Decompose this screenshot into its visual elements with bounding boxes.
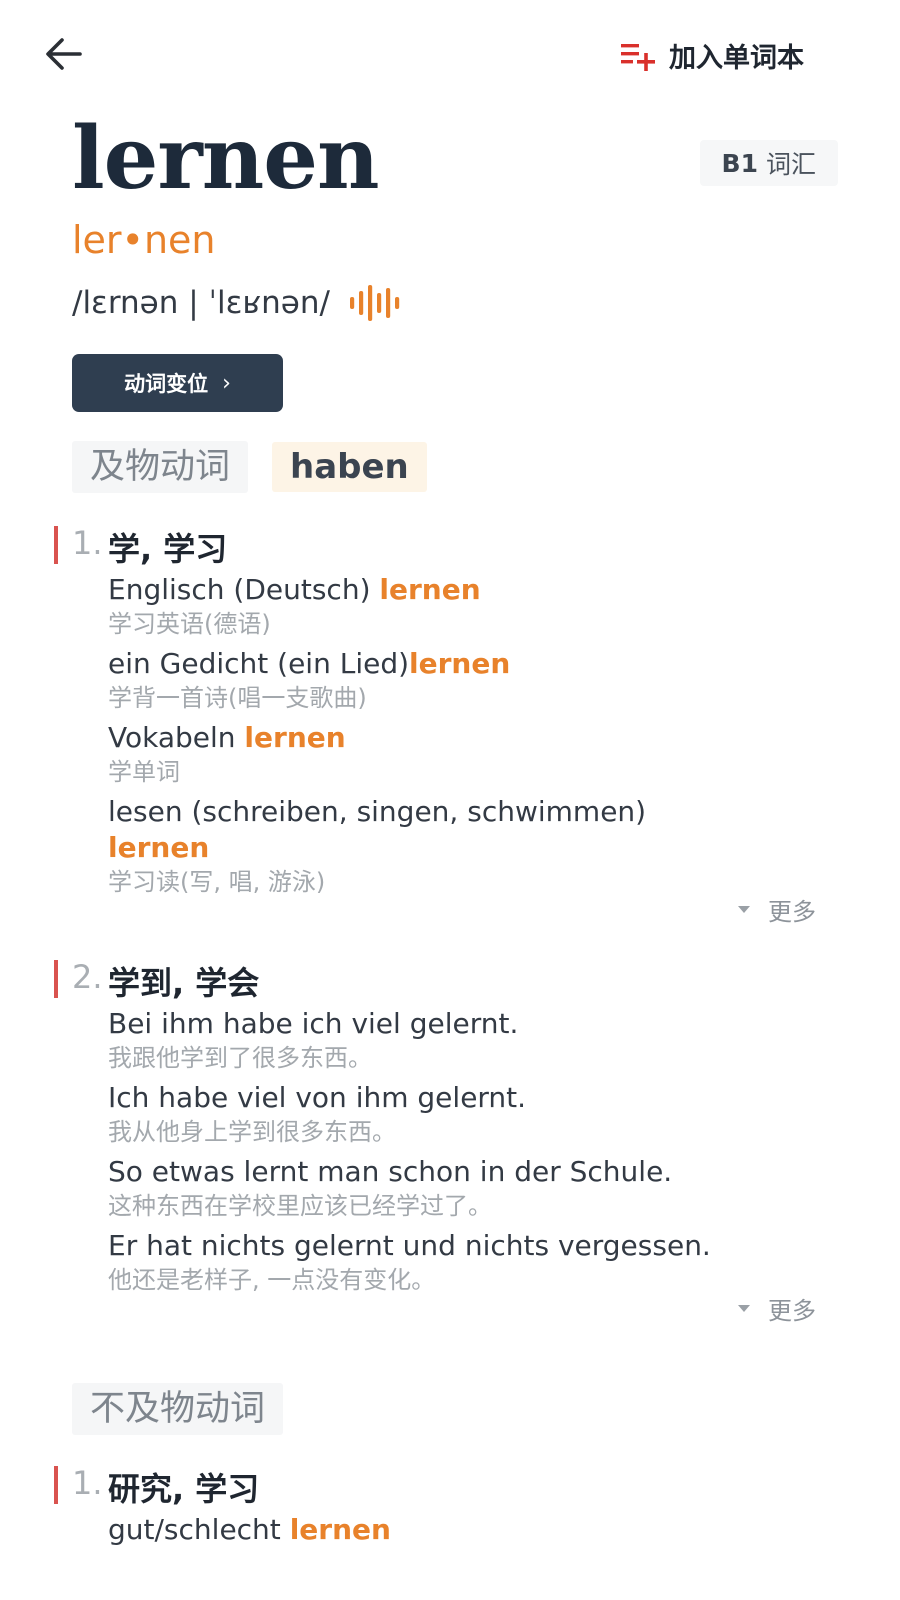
- example-item: gut/schlecht lernen: [108, 1512, 828, 1548]
- example-german: Englisch (Deutsch) lernen: [108, 573, 481, 606]
- sense-number: 2.: [72, 958, 103, 996]
- example-translation: 学单词: [108, 758, 180, 786]
- example-translation: 学背一首诗(唱一支歌曲): [108, 684, 367, 712]
- back-button[interactable]: [42, 32, 86, 76]
- sense-title: 学到, 学会: [108, 964, 260, 1002]
- level-badge: B1 词汇: [699, 140, 838, 186]
- example-translation: 他还是老样子, 一点没有变化。: [108, 1266, 436, 1294]
- pos-row-intransitive: 不及物动词: [72, 1383, 284, 1435]
- example-german: gut/schlecht lernen: [108, 1513, 391, 1546]
- example-german: Er hat nichts gelernt und nichts vergess…: [108, 1229, 711, 1262]
- example-german: ein Gedicht (ein Lied)lernen: [108, 647, 511, 680]
- example-item: lesen (schreiben, singen, schwimmen) lern…: [108, 794, 828, 898]
- arrow-left-icon: [46, 38, 82, 70]
- example-translation: 我跟他学到了很多东西。: [108, 1044, 372, 1072]
- example-translation: 学习读(写, 唱, 游泳): [108, 868, 326, 896]
- example-translation: 学习英语(德语): [108, 610, 271, 638]
- syllabification: ler•nen: [72, 218, 216, 262]
- pronunciation-row: /lɛrnən | ˈlɛʁnən/: [72, 283, 402, 323]
- caret-down-icon: [738, 1305, 750, 1312]
- more-label: 更多: [768, 1297, 816, 1325]
- example-item: So etwas lernt man schon in der Schule. …: [108, 1154, 828, 1222]
- example-item: Ich habe viel von ihm gelernt. 我从他身上学到很多…: [108, 1080, 828, 1148]
- example-item: Englisch (Deutsch) lernen 学习英语(德语): [108, 572, 828, 640]
- example-list: Englisch (Deutsch) lernen 学习英语(德语) ein G…: [108, 572, 828, 904]
- headword: lernen: [72, 108, 379, 209]
- chevron-right-icon: ›: [222, 370, 231, 396]
- level-label: 词汇: [765, 150, 816, 179]
- top-bar: 加入单词本: [0, 0, 900, 110]
- add-to-wordbook-label: 加入单词本: [669, 43, 804, 74]
- sense-marker: [54, 960, 58, 998]
- example-item: ein Gedicht (ein Lied)lernen 学背一首诗(唱一支歌曲…: [108, 646, 828, 714]
- example-list: Bei ihm habe ich viel gelernt. 我跟他学到了很多东…: [108, 1006, 828, 1302]
- more-button[interactable]: 更多: [738, 1291, 816, 1326]
- example-list: gut/schlecht lernen: [108, 1512, 828, 1554]
- example-item: Vokabeln lernen 学单词: [108, 720, 828, 788]
- sense-number: 1.: [72, 524, 103, 562]
- sense-title: 学, 学习: [108, 530, 228, 568]
- example-item: Er hat nichts gelernt und nichts vergess…: [108, 1228, 828, 1296]
- level-code: B1: [721, 148, 758, 178]
- add-to-wordbook-button[interactable]: 加入单词本: [619, 36, 804, 75]
- example-german: lesen (schreiben, singen, schwimmen) lern…: [108, 795, 647, 864]
- playlist-add-icon: [621, 43, 655, 71]
- sense-marker: [54, 1466, 58, 1504]
- part-of-speech-tag: 及物动词: [72, 441, 249, 493]
- auxiliary-verb-tag: haben: [272, 442, 427, 492]
- example-german: Vokabeln lernen: [108, 721, 346, 754]
- sense-number: 1.: [72, 1464, 103, 1502]
- part-of-speech-tag: 不及物动词: [72, 1383, 284, 1435]
- sense-title: 研究, 学习: [108, 1470, 260, 1508]
- pos-row-transitive: 及物动词 haben: [72, 441, 427, 493]
- more-label: 更多: [768, 898, 816, 926]
- ipa-text: /lɛrnən | ˈlɛʁnən/: [72, 285, 330, 321]
- sense-marker: [54, 526, 58, 564]
- conjugation-button[interactable]: 动词变位 ›: [72, 354, 283, 412]
- example-german: Bei ihm habe ich viel gelernt.: [108, 1007, 519, 1040]
- example-german: Ich habe viel von ihm gelernt.: [108, 1081, 527, 1114]
- caret-down-icon: [738, 906, 750, 913]
- example-german: So etwas lernt man schon in der Schule.: [108, 1155, 673, 1188]
- example-translation: 这种东西在学校里应该已经学过了。: [108, 1192, 492, 1220]
- conjugation-label: 动词变位: [124, 372, 209, 396]
- more-button[interactable]: 更多: [738, 892, 816, 927]
- example-item: Bei ihm habe ich viel gelernt. 我跟他学到了很多东…: [108, 1006, 828, 1074]
- example-translation: 我从他身上学到很多东西。: [108, 1118, 396, 1146]
- sound-wave-icon[interactable]: [348, 283, 402, 323]
